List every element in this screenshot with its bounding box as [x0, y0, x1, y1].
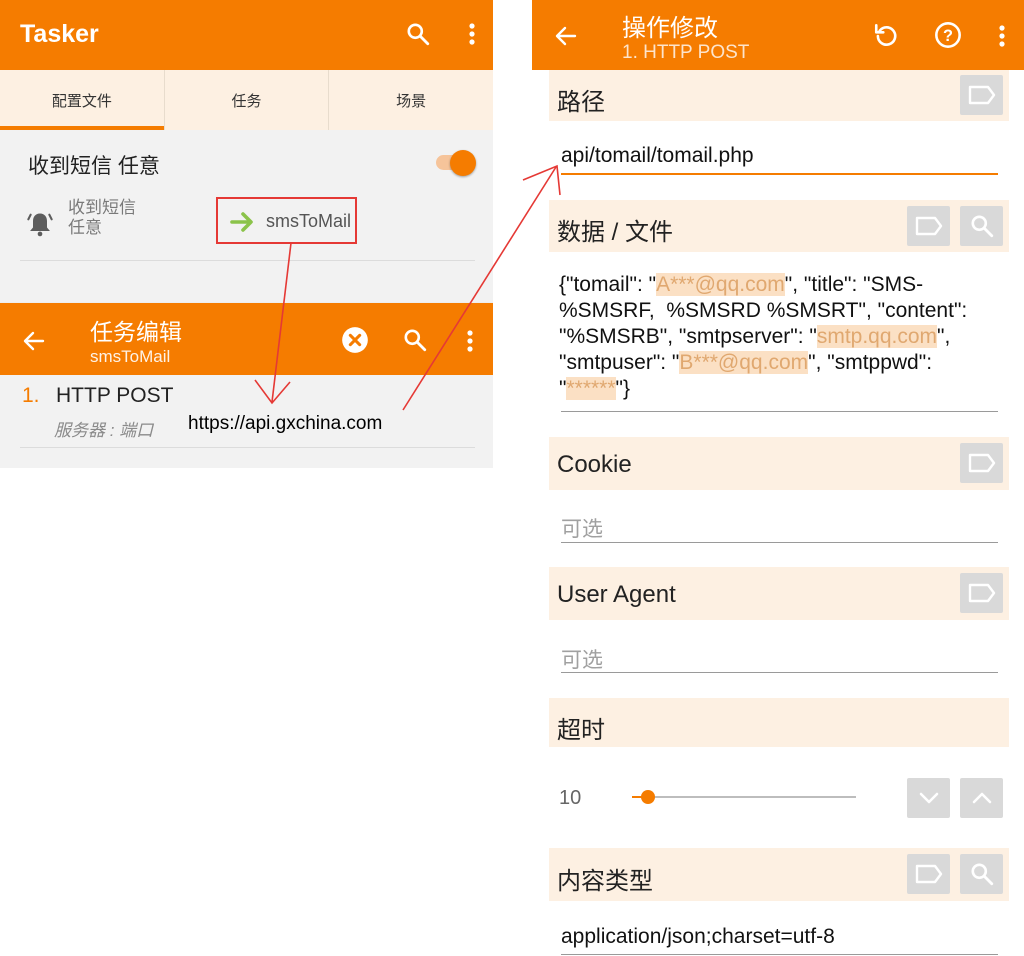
data-label: 数据 / 文件 [557, 219, 674, 246]
data-redacted-server: smtp.qq.com [816, 325, 938, 348]
user-agent-label: User Agent [557, 581, 676, 608]
action-list-item[interactable]: 1. HTTP POST 服务器 : 端口 https://api.gxchin… [0, 375, 493, 468]
task-edit-app-bar: 任务编辑 smsToMail [0, 303, 493, 375]
data-redacted-password: ****** [566, 377, 616, 400]
reset-icon[interactable] [870, 18, 902, 52]
cookie-input-underline [561, 542, 998, 543]
bell-icon [26, 210, 54, 243]
content-type-section-header: 内容类型 [549, 848, 1009, 901]
main-tabs: 配置文件 任务 场景 [0, 70, 493, 130]
svg-text:?: ? [943, 27, 953, 45]
context-line-2: 任意 [68, 218, 102, 237]
tab-scenes[interactable]: 场景 [329, 70, 493, 130]
profile-list-item[interactable]: 收到短信 任意 收到短信 任意 smsToMail [0, 130, 493, 302]
path-input-underline [561, 173, 998, 175]
data-segment: "} [615, 377, 630, 400]
action-edit-subtitle: 1. HTTP POST [622, 42, 750, 63]
arrow-right-icon [230, 210, 256, 239]
cookie-label: Cookie [557, 451, 632, 478]
tab-profiles[interactable]: 配置文件 [0, 70, 165, 130]
tag-icon[interactable] [907, 206, 950, 246]
profile-enable-toggle[interactable] [434, 150, 476, 176]
action-edit-title: 操作修改 [622, 15, 718, 42]
timeout-value: 10 [559, 787, 582, 809]
cookie-input[interactable]: 可选 [561, 513, 603, 543]
task-edit-subtitle: smsToMail [90, 347, 171, 366]
search-icon[interactable] [960, 854, 1003, 894]
search-icon[interactable] [960, 206, 1003, 246]
tag-icon[interactable] [907, 854, 950, 894]
tag-icon[interactable] [960, 75, 1003, 115]
more-vert-icon[interactable] [458, 18, 486, 50]
user-agent-section-header: User Agent [549, 567, 1009, 620]
path-section-header: 路径 [549, 70, 1009, 121]
tasker-app-bar: Tasker [0, 0, 493, 70]
tasker-main-screen: Tasker 配置文件 任务 场景 收到短信 任意 收到短信 任意 smsToM… [0, 0, 493, 468]
linked-task[interactable]: smsToMail [216, 197, 357, 244]
cookie-section-header: Cookie [549, 437, 1009, 490]
data-redacted-user: B***@qq.com [679, 351, 809, 374]
context-description: 收到短信 任意 [68, 198, 136, 238]
data-segment: {"tomail": " [559, 273, 657, 296]
tag-icon[interactable] [960, 443, 1003, 483]
help-icon[interactable]: ? [931, 18, 965, 52]
slider-rail [632, 796, 856, 798]
search-icon[interactable] [400, 325, 430, 355]
chevron-up-icon[interactable] [960, 778, 1003, 818]
timeout-label: 超时 [557, 717, 605, 744]
task-name: smsToMail [266, 211, 352, 231]
timeout-slider[interactable] [632, 785, 858, 809]
divider [20, 447, 475, 448]
path-label: 路径 [557, 89, 605, 116]
task-edit-title: 任务编辑 [90, 319, 182, 345]
data-section-header: 数据 / 文件 [549, 200, 1009, 252]
action-edit-app-bar: 操作修改 1. HTTP POST ? [532, 0, 1024, 70]
more-vert-icon[interactable] [456, 325, 484, 357]
toggle-knob [450, 150, 476, 176]
cancel-icon[interactable] [340, 325, 370, 355]
user-agent-input[interactable]: 可选 [561, 644, 603, 674]
back-arrow-icon[interactable] [18, 325, 50, 357]
tab-tasks[interactable]: 任务 [165, 70, 330, 130]
action-detail: 服务器 : 端口 [54, 421, 154, 440]
divider [20, 260, 475, 261]
chevron-down-icon[interactable] [907, 778, 950, 818]
content-type-label: 内容类型 [557, 868, 653, 895]
context-line-1: 收到短信 [68, 198, 136, 217]
action-name: HTTP POST [56, 384, 174, 407]
user-agent-input-underline [561, 672, 998, 673]
action-number: 1. [22, 384, 40, 407]
data-input[interactable]: {"tomail": "A***@qq.com", "title": "SMS-… [559, 272, 1004, 402]
content-type-input-underline [561, 954, 998, 955]
back-arrow-icon[interactable] [550, 20, 582, 52]
action-edit-screen: 操作修改 1. HTTP POST ? 路径 api/tomail/tomail… [532, 0, 1024, 956]
more-vert-icon[interactable] [988, 20, 1016, 52]
action-url-annotation: https://api.gxchina.com [188, 413, 383, 434]
app-title: Tasker [20, 20, 99, 48]
data-redacted-email: A***@qq.com [656, 273, 785, 296]
profile-name: 收到短信 任意 [28, 155, 160, 178]
content-type-input[interactable]: application/json;charset=utf-8 [561, 925, 835, 949]
timeout-section-header: 超时 [549, 698, 1009, 747]
path-input[interactable]: api/tomail/tomail.php [561, 144, 754, 168]
tag-icon[interactable] [960, 573, 1003, 613]
data-input-underline [561, 411, 998, 412]
slider-thumb[interactable] [640, 790, 655, 804]
search-icon[interactable] [402, 18, 434, 50]
